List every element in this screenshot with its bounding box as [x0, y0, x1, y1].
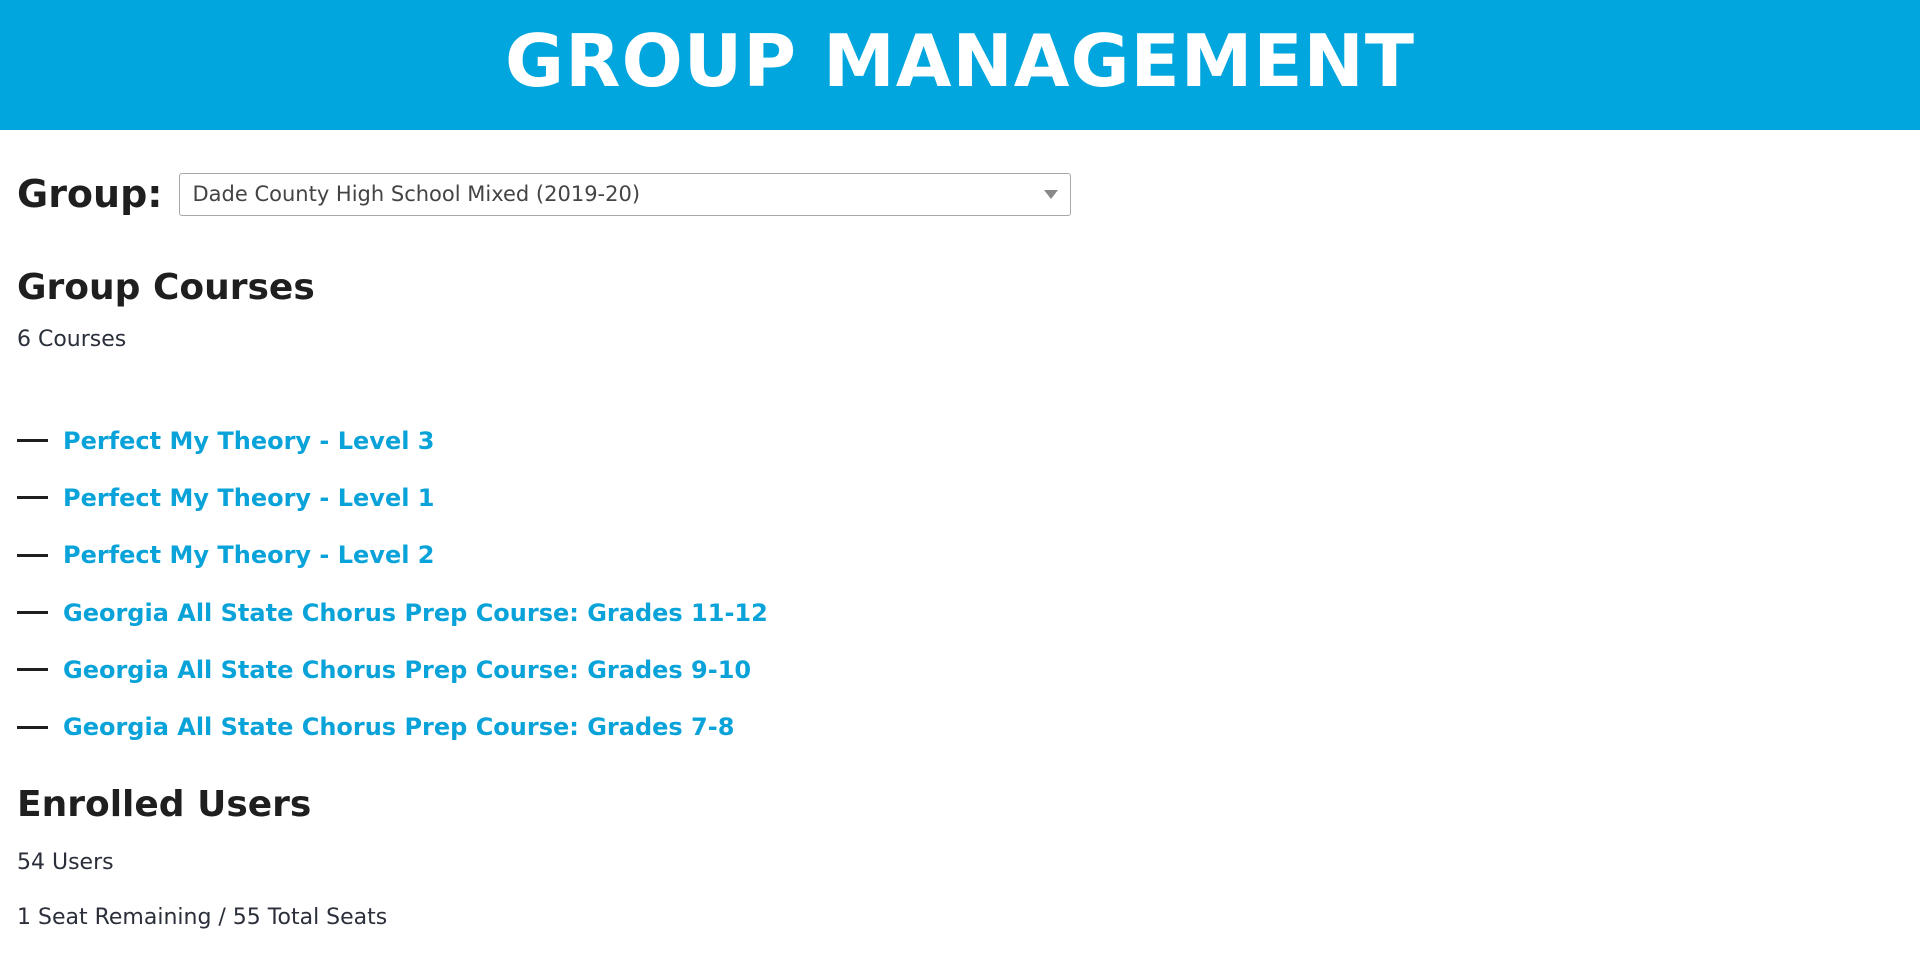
list-item: Perfect My Theory - Level 3	[17, 412, 768, 469]
dash-icon	[17, 553, 48, 557]
seat-status: 1 Seat Remaining / 55 Total Seats	[17, 905, 388, 930]
group-select-value: Dade County High School Mixed (2019-20)	[192, 182, 641, 206]
list-item: Georgia All State Chorus Prep Course: Gr…	[17, 698, 768, 755]
course-link[interactable]: Perfect My Theory - Level 1	[63, 484, 435, 512]
page-title: GROUP MANAGEMENT	[505, 19, 1415, 103]
dash-icon	[17, 668, 48, 672]
course-count: 6 Courses	[17, 327, 127, 352]
course-list: Perfect My Theory - Level 3 Perfect My T…	[17, 412, 768, 756]
dash-icon	[17, 496, 48, 500]
chevron-down-icon	[1043, 189, 1058, 199]
list-item: Perfect My Theory - Level 2	[17, 527, 768, 584]
course-link[interactable]: Georgia All State Chorus Prep Course: Gr…	[63, 713, 734, 741]
page-header: GROUP MANAGEMENT	[0, 0, 1920, 130]
group-select[interactable]: Dade County High School Mixed (2019-20)	[178, 172, 1071, 216]
course-link[interactable]: Perfect My Theory - Level 3	[63, 427, 435, 455]
course-link[interactable]: Georgia All State Chorus Prep Course: Gr…	[63, 656, 751, 684]
list-item: Georgia All State Chorus Prep Course: Gr…	[17, 584, 768, 641]
group-selector-row: Group: Dade County High School Mixed (20…	[17, 172, 1071, 216]
dash-icon	[17, 439, 48, 443]
course-link[interactable]: Georgia All State Chorus Prep Course: Gr…	[63, 599, 768, 627]
dash-icon	[17, 611, 48, 615]
group-courses-heading: Group Courses	[17, 267, 315, 308]
dash-icon	[17, 725, 48, 729]
user-count: 54 Users	[17, 850, 114, 875]
list-item: Perfect My Theory - Level 1	[17, 469, 768, 526]
group-label: Group:	[17, 172, 163, 216]
enrolled-users-heading: Enrolled Users	[17, 784, 312, 825]
course-link[interactable]: Perfect My Theory - Level 2	[63, 541, 435, 569]
list-item: Georgia All State Chorus Prep Course: Gr…	[17, 641, 768, 698]
